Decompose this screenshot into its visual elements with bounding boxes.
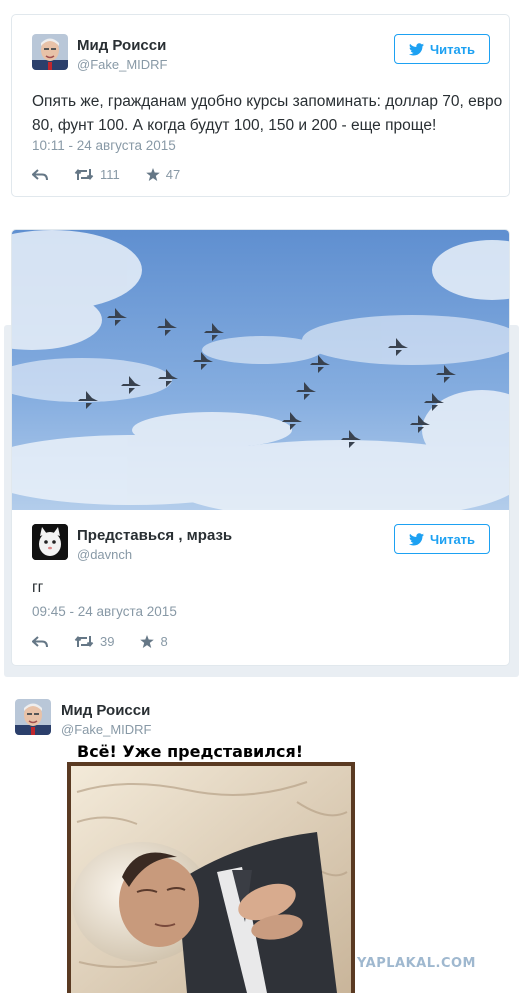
tweet-text: гг (32, 579, 44, 596)
watermark: YAPLAKAL.COM (357, 956, 476, 971)
follow-button[interactable]: Читать (394, 34, 490, 64)
reply-icon (32, 168, 48, 180)
retweet-icon (74, 168, 94, 181)
reply-button[interactable] (32, 168, 48, 181)
tweet-card-1: Мид Роисси @Fake_MIDRF Читать Опять же, … (11, 14, 510, 197)
author-handle[interactable]: @Fake_MIDRF (61, 722, 152, 737)
retweet-count: 111 (100, 167, 120, 182)
twitter-bird-icon (408, 532, 424, 545)
separator (0, 200, 519, 220)
retweet-button[interactable]: 111 (74, 167, 120, 182)
tweet-actions: 111 47 (32, 167, 206, 182)
author-name[interactable]: Мид Роисси (61, 702, 150, 719)
star-icon (145, 168, 160, 181)
author-handle[interactable]: @Fake_MIDRF (77, 57, 168, 72)
author-name[interactable]: Представься , мразь (77, 527, 232, 544)
tweet-actions: 39 8 (32, 634, 194, 649)
favorite-button[interactable]: 8 (140, 634, 168, 649)
avatar[interactable] (15, 699, 51, 735)
meme-caption: Всё! Уже представился! (77, 742, 304, 761)
avatar[interactable] (32, 524, 68, 560)
follow-label: Читать (429, 41, 476, 57)
follow-button[interactable]: Читать (394, 524, 490, 554)
tweet-photo[interactable] (12, 230, 509, 510)
retweet-icon (74, 635, 94, 648)
tweet-timestamp[interactable]: 10:11 - 24 августа 2015 (32, 138, 176, 153)
reply-button[interactable] (32, 635, 48, 648)
author-name[interactable]: Мид Роисси (77, 37, 166, 54)
meme-image[interactable] (67, 762, 355, 993)
retweet-count: 39 (100, 634, 115, 649)
avatar[interactable] (32, 34, 68, 70)
tweet-card-2: Представься , мразь @davnch Читать гг 09… (11, 229, 510, 666)
tweet-timestamp[interactable]: 09:45 - 24 августа 2015 (32, 604, 177, 619)
reply-icon (32, 635, 48, 647)
favorite-count: 8 (160, 634, 168, 649)
tweet-text: Опять же, гражданам удобно курсы запомин… (32, 93, 503, 134)
favorite-count: 47 (165, 167, 181, 182)
twitter-bird-icon (408, 42, 424, 55)
retweet-button[interactable]: 39 (74, 634, 114, 649)
author-handle[interactable]: @davnch (77, 547, 132, 562)
star-icon (140, 635, 155, 648)
follow-label: Читать (429, 531, 476, 547)
favorite-button[interactable]: 47 (145, 167, 181, 182)
